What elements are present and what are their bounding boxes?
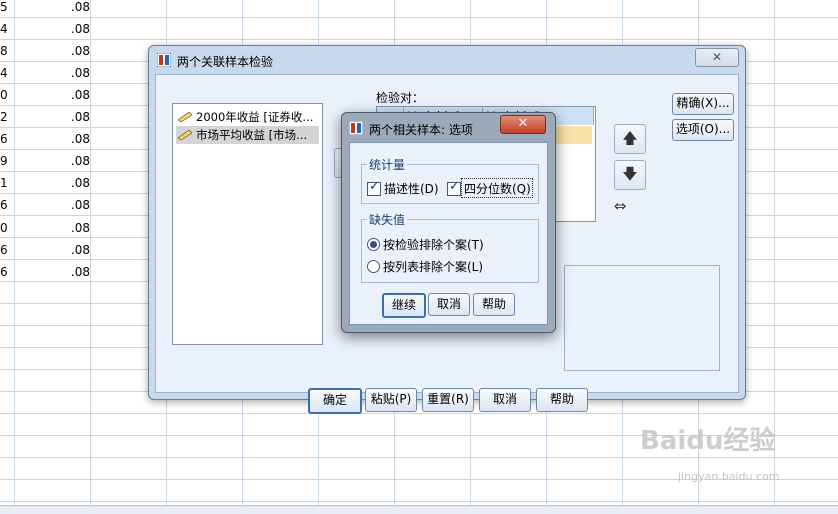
spss-app-icon (157, 53, 171, 67)
missing-values-group: 缺失值 按检验排除个案(T) 按列表排除个案(L) (361, 211, 539, 283)
exclude-listwise-label[interactable]: 按列表排除个案(L) (383, 258, 483, 275)
value-cell[interactable]: .08 (60, 176, 90, 190)
statistics-group-label: 统计量 (367, 156, 408, 173)
descriptive-checkbox[interactable]: ✓ (367, 179, 381, 196)
variable-label: 2000年收益 [证券收... (196, 110, 314, 124)
radio-selected-dot (370, 241, 377, 248)
value-cell[interactable]: .08 (60, 243, 90, 257)
row-number-cell[interactable]: 6 (0, 265, 12, 279)
value-cell[interactable]: .08 (60, 110, 90, 124)
statistics-group: 统计量 ✓ 描述性(D) ✓ 四分位数(Q) (361, 156, 539, 204)
options-button[interactable]: 选项(O)... (672, 119, 734, 141)
options-subdialog: 两个相关样本: 选项 ✕ 统计量 ✓ 描述性(D) ✓ 四分位数(Q) 缺失值 … (341, 112, 556, 333)
row-number-cell[interactable]: 4 (0, 66, 12, 80)
value-cell[interactable]: .08 (60, 0, 90, 14)
arrow-up-icon: 🡅 (622, 129, 638, 147)
exclude-by-test-radio[interactable] (367, 238, 380, 251)
row-number-cell[interactable]: 6 (0, 198, 12, 212)
swap-button[interactable]: ⇔ (606, 196, 634, 218)
subdialog-client-area: 统计量 ✓ 描述性(D) ✓ 四分位数(Q) 缺失值 按检验排除个案(T) 按列… (349, 142, 548, 325)
value-cell[interactable]: .08 (60, 265, 90, 279)
variable-list[interactable]: 2000年收益 [证券收... 市场平均收益 [市场... (172, 103, 323, 345)
exclude-by-test-label[interactable]: 按检验排除个案(T) (383, 236, 484, 253)
ruler-icon (178, 112, 192, 122)
row-number-cell[interactable]: 6 (0, 243, 12, 257)
ok-button[interactable]: 确定 (308, 388, 362, 414)
row-number-cell[interactable]: 2 (0, 110, 12, 124)
continue-button[interactable]: 继续 (382, 293, 426, 318)
variable-item-selected[interactable]: 市场平均收益 [市场... (176, 126, 319, 144)
swap-icon: ⇔ (613, 197, 627, 215)
value-cell[interactable]: .08 (60, 198, 90, 212)
exclude-listwise-radio[interactable] (367, 260, 380, 273)
subdialog-title: 两个相关样本: 选项 (369, 123, 473, 137)
ruler-icon (178, 130, 192, 140)
descriptive-label[interactable]: 描述性(D) (384, 180, 439, 197)
help-button[interactable]: 帮助 (536, 388, 588, 412)
row-number-cell[interactable]: 8 (0, 44, 12, 58)
test-type-panel (564, 265, 720, 371)
value-cell[interactable]: .08 (60, 44, 90, 58)
arrow-down-icon: 🡇 (622, 165, 638, 183)
value-cell[interactable]: .08 (60, 154, 90, 168)
checkmark-icon: ✓ (449, 179, 460, 194)
checkmark-icon: ✓ (369, 179, 380, 194)
baidu-watermark: Baidu经验 jingyan.baidu.com (640, 420, 800, 490)
row-number-cell[interactable]: 5 (0, 0, 12, 14)
move-up-button[interactable]: 🡅 (614, 124, 646, 154)
spss-app-icon (349, 121, 363, 135)
row-number-cell[interactable]: 4 (0, 22, 12, 36)
value-cell[interactable]: .08 (60, 221, 90, 235)
variable-label: 市场平均收益 [市场... (196, 128, 308, 142)
row-number-cell[interactable]: 9 (0, 154, 12, 168)
quartiles-checkbox[interactable]: ✓ (447, 179, 461, 196)
value-cell[interactable]: .08 (60, 66, 90, 80)
row-number-cell[interactable]: 6 (0, 132, 12, 146)
paste-button[interactable]: 粘贴(P) (365, 388, 417, 412)
dialog-titlebar[interactable]: 两个关联样本检验 ✕ (149, 46, 745, 74)
move-down-button[interactable]: 🡇 (614, 160, 646, 190)
watermark-text: Baidu经验 (640, 426, 776, 456)
subdialog-help-button[interactable]: 帮助 (473, 293, 515, 316)
value-cell[interactable]: .08 (60, 22, 90, 36)
focus-indicator (461, 178, 533, 198)
subdialog-close-button[interactable]: ✕ (500, 115, 546, 134)
subdialog-cancel-button[interactable]: 取消 (428, 293, 470, 316)
variable-item[interactable]: 2000年收益 [证券收... (176, 108, 319, 126)
value-cell[interactable]: .08 (60, 132, 90, 146)
test-pairs-label: 检验对： (376, 91, 425, 105)
dialog-title: 两个关联样本检验 (177, 55, 274, 69)
value-cell[interactable]: .08 (60, 88, 90, 102)
dialog-close-button[interactable]: ✕ (695, 48, 739, 67)
row-number-cell[interactable]: 0 (0, 221, 12, 235)
row-number-cell[interactable]: 1 (0, 176, 12, 190)
reset-button[interactable]: 重置(R) (422, 388, 474, 412)
exact-button[interactable]: 精确(X)... (672, 93, 734, 115)
missing-values-group-label: 缺失值 (367, 211, 408, 228)
watermark-subtext: jingyan.baidu.com (678, 470, 780, 483)
row-number-cell[interactable]: 0 (0, 88, 12, 102)
cancel-button[interactable]: 取消 (479, 388, 531, 412)
